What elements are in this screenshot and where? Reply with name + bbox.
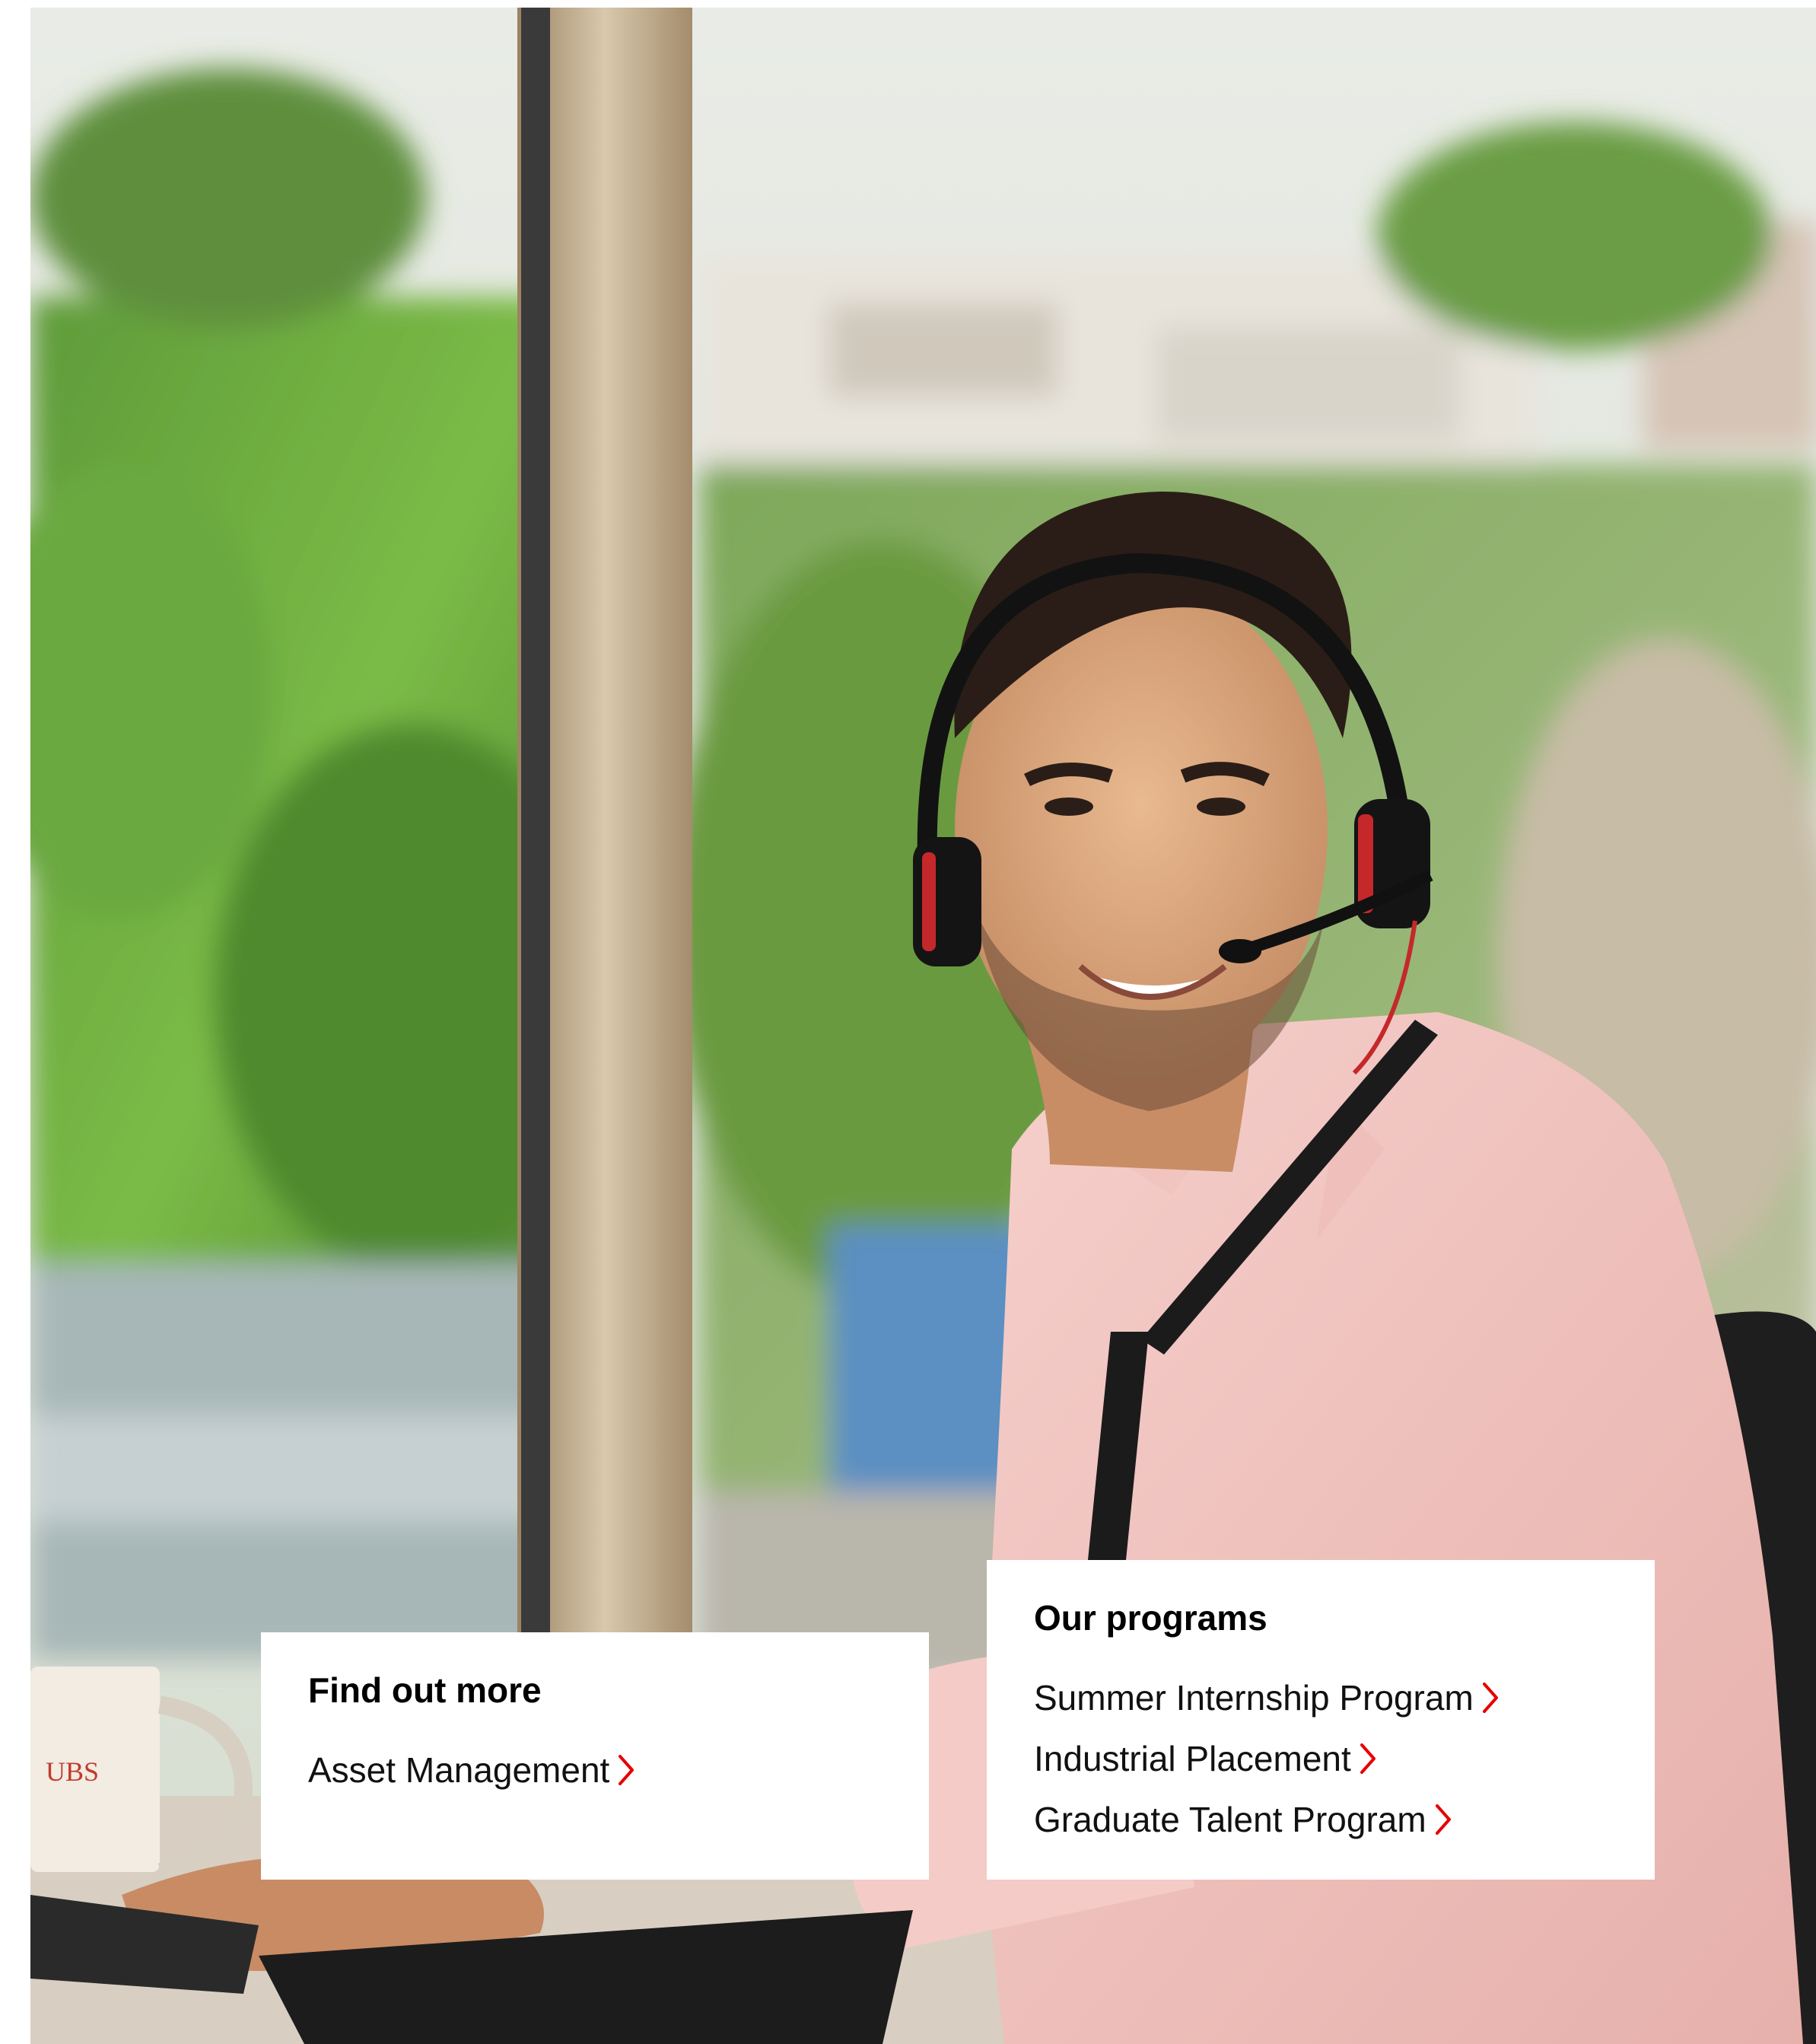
list-item: Summer Internship Program bbox=[1034, 1667, 1608, 1728]
find-out-more-links: Asset Management bbox=[308, 1740, 882, 1800]
graduate-talent-program-link[interactable]: Graduate Talent Program bbox=[1034, 1802, 1454, 1837]
link-label: Graduate Talent Program bbox=[1034, 1799, 1426, 1839]
list-item: Industrial Placement bbox=[1034, 1728, 1608, 1789]
asset-management-link[interactable]: Asset Management bbox=[308, 1753, 637, 1788]
chevron-right-icon bbox=[1482, 1682, 1498, 1713]
link-label: Industrial Placement bbox=[1034, 1738, 1351, 1778]
summer-internship-program-link[interactable]: Summer Internship Program bbox=[1034, 1680, 1501, 1715]
our-programs-title: Our programs bbox=[1034, 1598, 1267, 1638]
link-label: Asset Management bbox=[308, 1749, 610, 1790]
industrial-placement-link[interactable]: Industrial Placement bbox=[1034, 1741, 1379, 1776]
list-item: Asset Management bbox=[308, 1740, 882, 1800]
our-programs-links: Summer Internship Program Industrial Pla… bbox=[1034, 1667, 1608, 1850]
our-programs-card: Our programs Summer Internship Program I… bbox=[987, 1560, 1655, 1880]
svg-text:UBS: UBS bbox=[46, 1756, 99, 1787]
find-out-more-card: Find out more Asset Management bbox=[261, 1632, 929, 1880]
link-label: Summer Internship Program bbox=[1034, 1677, 1474, 1718]
chevron-right-icon bbox=[619, 1754, 634, 1785]
chevron-right-icon bbox=[1360, 1743, 1376, 1774]
find-out-more-title: Find out more bbox=[308, 1670, 542, 1710]
chevron-right-icon bbox=[1435, 1804, 1451, 1835]
list-item: Graduate Talent Program bbox=[1034, 1789, 1608, 1850]
